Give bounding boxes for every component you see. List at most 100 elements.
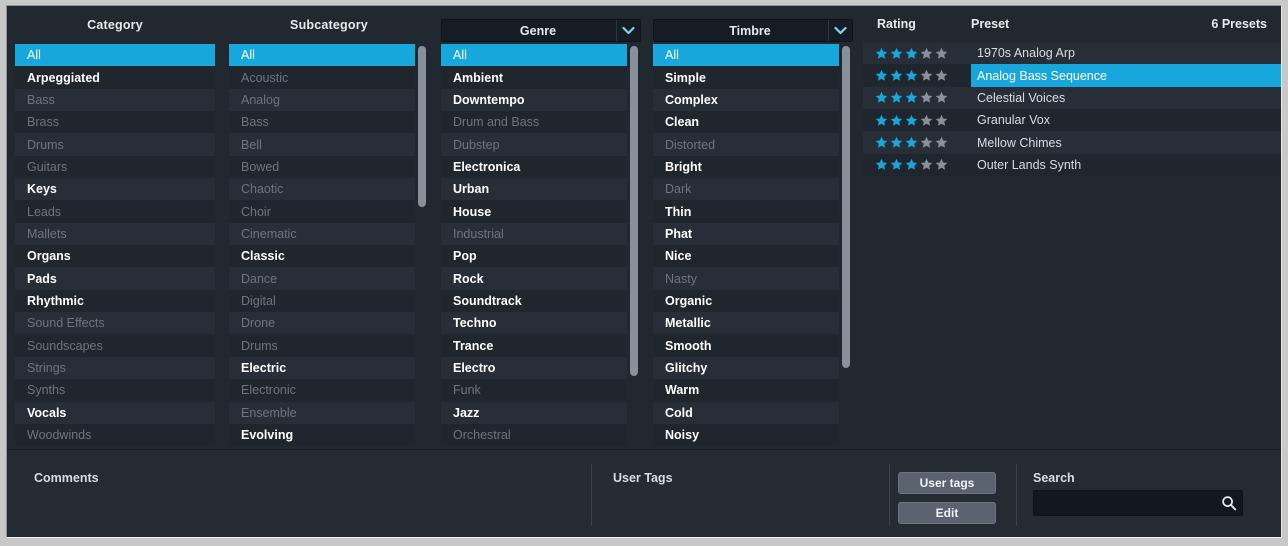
list-item[interactable]: Nasty [653,267,839,290]
list-item[interactable]: All [15,44,215,67]
user-tags-field[interactable] [613,490,863,530]
list-item[interactable]: Industrial [441,222,627,246]
list-item[interactable]: Synths [15,379,215,402]
list-item[interactable]: Dark [653,178,839,201]
preset-row[interactable]: Celestial Voices [863,86,1281,110]
list-item[interactable]: Nice [653,245,839,268]
list-item[interactable]: Brass [15,111,215,134]
rating-stars[interactable] [875,154,948,176]
list-item[interactable]: Guitars [15,155,215,179]
list-item[interactable]: Smooth [653,334,839,357]
list-item[interactable]: Clean [653,111,839,134]
scrollbar-thumb[interactable] [630,46,638,377]
list-item[interactable]: Organic [653,289,839,313]
preset-row[interactable]: Outer Lands Synth [863,153,1281,177]
list-item[interactable]: Techno [441,312,627,335]
list-item[interactable]: Electronic [229,379,415,402]
list-item[interactable]: Soundscapes [15,334,215,357]
list-item[interactable]: Noisy [653,423,839,447]
list-item[interactable]: Drum and Bass [441,111,627,134]
list-item[interactable]: Bass [229,111,415,134]
list-item[interactable]: Warm [653,379,839,402]
search-input[interactable] [1034,491,1216,515]
list-timbre[interactable]: All Simple Complex Clean Distorted Bright Dark… [653,44,839,449]
list-item[interactable]: Dance [229,267,415,290]
rating-stars[interactable] [875,87,948,109]
edit-button[interactable]: Edit [898,502,996,524]
list-item[interactable]: Choir [229,200,415,223]
list-item[interactable]: Cold [653,401,839,424]
preset-row[interactable]: Mellow Chimes [863,131,1281,154]
list-item[interactable]: Drums [229,334,415,357]
list-item[interactable]: Pads [15,267,215,290]
list-item[interactable]: Vocals [15,401,215,424]
list-item[interactable]: Complex [653,88,839,112]
preset-list[interactable]: 1970s Analog Arp Analog Bass Sequence Cele… [863,42,1281,449]
list-item[interactable]: Simple [653,66,839,89]
dropdown-timbre[interactable]: Timbre [653,19,853,42]
list-item[interactable]: Orchestral [441,423,627,447]
list-item[interactable]: Drums [15,133,215,156]
list-item[interactable]: All [653,44,839,67]
list-item[interactable]: Evolving [229,423,415,447]
list-item[interactable]: Drone [229,312,415,335]
list-item[interactable]: Soundtrack [441,289,627,313]
list-item[interactable]: Trance [441,334,627,357]
dropdown-genre[interactable]: Genre [441,19,641,42]
list-item[interactable]: Rhythmic [15,289,215,313]
scrollbar-genre[interactable] [630,46,638,449]
list-item[interactable]: Mallets [15,222,215,246]
list-item[interactable]: Downtempo [441,88,627,112]
list-item[interactable]: Woodwinds [15,423,215,447]
list-item[interactable]: Electric [229,356,415,380]
scrollbar-thumb[interactable] [418,46,426,208]
list-item[interactable]: Pop [441,245,627,268]
list-item[interactable]: Electro [441,356,627,380]
list-item[interactable]: Classic [229,245,415,268]
chevron-down-icon[interactable] [616,20,640,41]
list-item[interactable]: Metallic [653,312,839,335]
list-item[interactable]: Keys [15,178,215,201]
list-item[interactable]: Sound Effects [15,312,215,335]
list-item[interactable]: Rock [441,267,627,290]
list-item[interactable]: All [229,44,415,67]
list-item[interactable]: Jazz [441,401,627,424]
list-item[interactable]: Electronica [441,155,627,179]
comments-field[interactable] [34,490,584,530]
list-item[interactable]: Funk [441,379,627,402]
scrollbar-thumb[interactable] [842,46,850,369]
list-item[interactable]: Digital [229,289,415,313]
rating-stars[interactable] [875,42,948,64]
preset-row[interactable]: 1970s Analog Arp [863,42,1281,65]
list-item[interactable]: Acoustic [229,66,415,89]
rating-stars[interactable] [875,131,948,153]
list-category[interactable]: All Arpeggiated Bass Brass Drums Guitars Keys L… [15,44,215,449]
list-item[interactable]: Phat [653,222,839,246]
rating-stars[interactable] [875,109,948,131]
scrollbar-subcategory[interactable] [418,46,426,449]
list-item[interactable]: Ambient [441,66,627,89]
rating-stars[interactable] [875,64,948,86]
list-item[interactable]: Arpeggiated [15,66,215,89]
list-item[interactable]: Bass [15,88,215,112]
scrollbar-timbre[interactable] [842,46,850,449]
list-item[interactable]: Cinematic [229,222,415,246]
chevron-down-icon[interactable] [828,20,852,41]
list-item[interactable]: Bell [229,133,415,156]
list-item[interactable]: Strings [15,356,215,380]
list-item[interactable]: Bowed [229,155,415,179]
list-item[interactable]: Distorted [653,133,839,156]
list-item[interactable]: Glitchy [653,356,839,380]
search-icon[interactable] [1216,495,1242,511]
list-item[interactable]: Chaotic [229,178,415,201]
list-genre[interactable]: All Ambient Downtempo Drum and Bass Dubstep E… [441,44,627,449]
list-item[interactable]: Bright [653,155,839,179]
list-item[interactable]: House [441,200,627,223]
preset-row[interactable]: Analog Bass Sequence [863,64,1281,87]
list-item[interactable]: All [441,44,627,67]
list-item[interactable]: Leads [15,200,215,223]
list-item[interactable]: Ensemble [229,401,415,424]
list-item[interactable]: Organs [15,245,215,268]
list-item[interactable]: Urban [441,178,627,201]
user-tags-button[interactable]: User tags [898,472,996,494]
